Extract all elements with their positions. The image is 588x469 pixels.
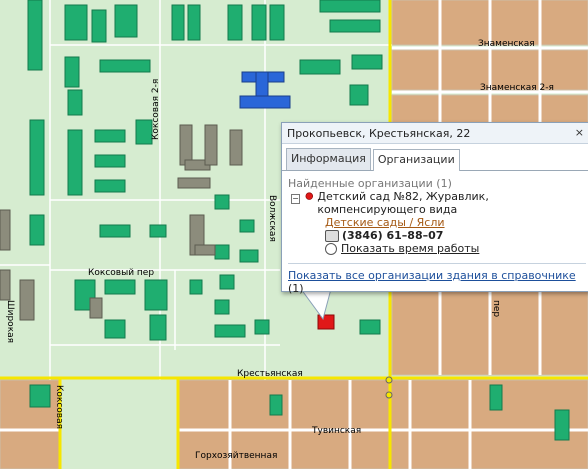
phone-row: (3846) 61–88–07 xyxy=(325,229,586,242)
popup-tabs: Информация Организации xyxy=(282,144,588,171)
popup-content: Найденные организации (1) − Детский сад … xyxy=(282,171,588,301)
show-hours-link[interactable]: Показать время работы xyxy=(341,242,479,255)
street-label-koksovy-per: Коксовый пер xyxy=(88,268,154,278)
organization-name: Детский сад №82, Журавлик, компенсирующе… xyxy=(317,190,489,216)
street-label-per: пер xyxy=(491,300,501,317)
street-label-znamenskaya2: Знаменская 2-я xyxy=(480,83,554,93)
street-label-shirokaya: Широкая xyxy=(5,300,15,343)
street-label-gorkhoz: Горхозяйтвенная xyxy=(195,451,277,461)
street-label-koksovaya2: Коксовая 2-я xyxy=(151,79,161,140)
info-popup: Прокопьевск, Крестьянская, 22 × Информац… xyxy=(281,122,588,295)
street-label-krestyanskaya: Крестьянская xyxy=(237,369,303,379)
collapse-icon[interactable]: − xyxy=(291,194,300,204)
category-link[interactable]: Детские сады / Ясли xyxy=(325,216,445,229)
all-organizations-link[interactable]: Показать все организации здания в справо… xyxy=(288,269,576,282)
street-label-volzhskaya: Волжская xyxy=(267,195,277,242)
map-pin-icon xyxy=(305,192,313,200)
all-organizations-row: Показать все организации здания в справо… xyxy=(288,263,586,295)
organization-details: Детские сады / Ясли (3846) 61–88–07 Пока… xyxy=(325,216,586,255)
phone-number: (3846) 61–88–07 xyxy=(342,229,444,242)
tab-information[interactable]: Информация xyxy=(286,148,371,170)
street-label-znamenskaya: Знаменская xyxy=(478,39,535,49)
tab-organizations[interactable]: Организации xyxy=(372,149,460,171)
phone-icon xyxy=(325,229,339,242)
street-label-tuvinskaya: Тувинская xyxy=(311,426,361,436)
intersection-marker xyxy=(385,376,393,384)
close-icon[interactable]: × xyxy=(575,126,584,139)
street-label-koksovaya: Коксовая xyxy=(54,385,64,429)
popup-header: Прокопьевск, Крестьянская, 22 × xyxy=(282,123,588,144)
hours-row: Показать время работы xyxy=(325,242,586,255)
found-organizations-label: Найденные организации (1) xyxy=(288,177,452,190)
intersection-marker xyxy=(385,391,393,399)
clock-icon xyxy=(325,242,337,255)
organization-row: − Детский сад №82, Журавлик, компенсирую… xyxy=(288,190,586,216)
all-organizations-count: (1) xyxy=(288,282,304,295)
popup-title: Прокопьевск, Крестьянская, 22 xyxy=(287,126,471,140)
